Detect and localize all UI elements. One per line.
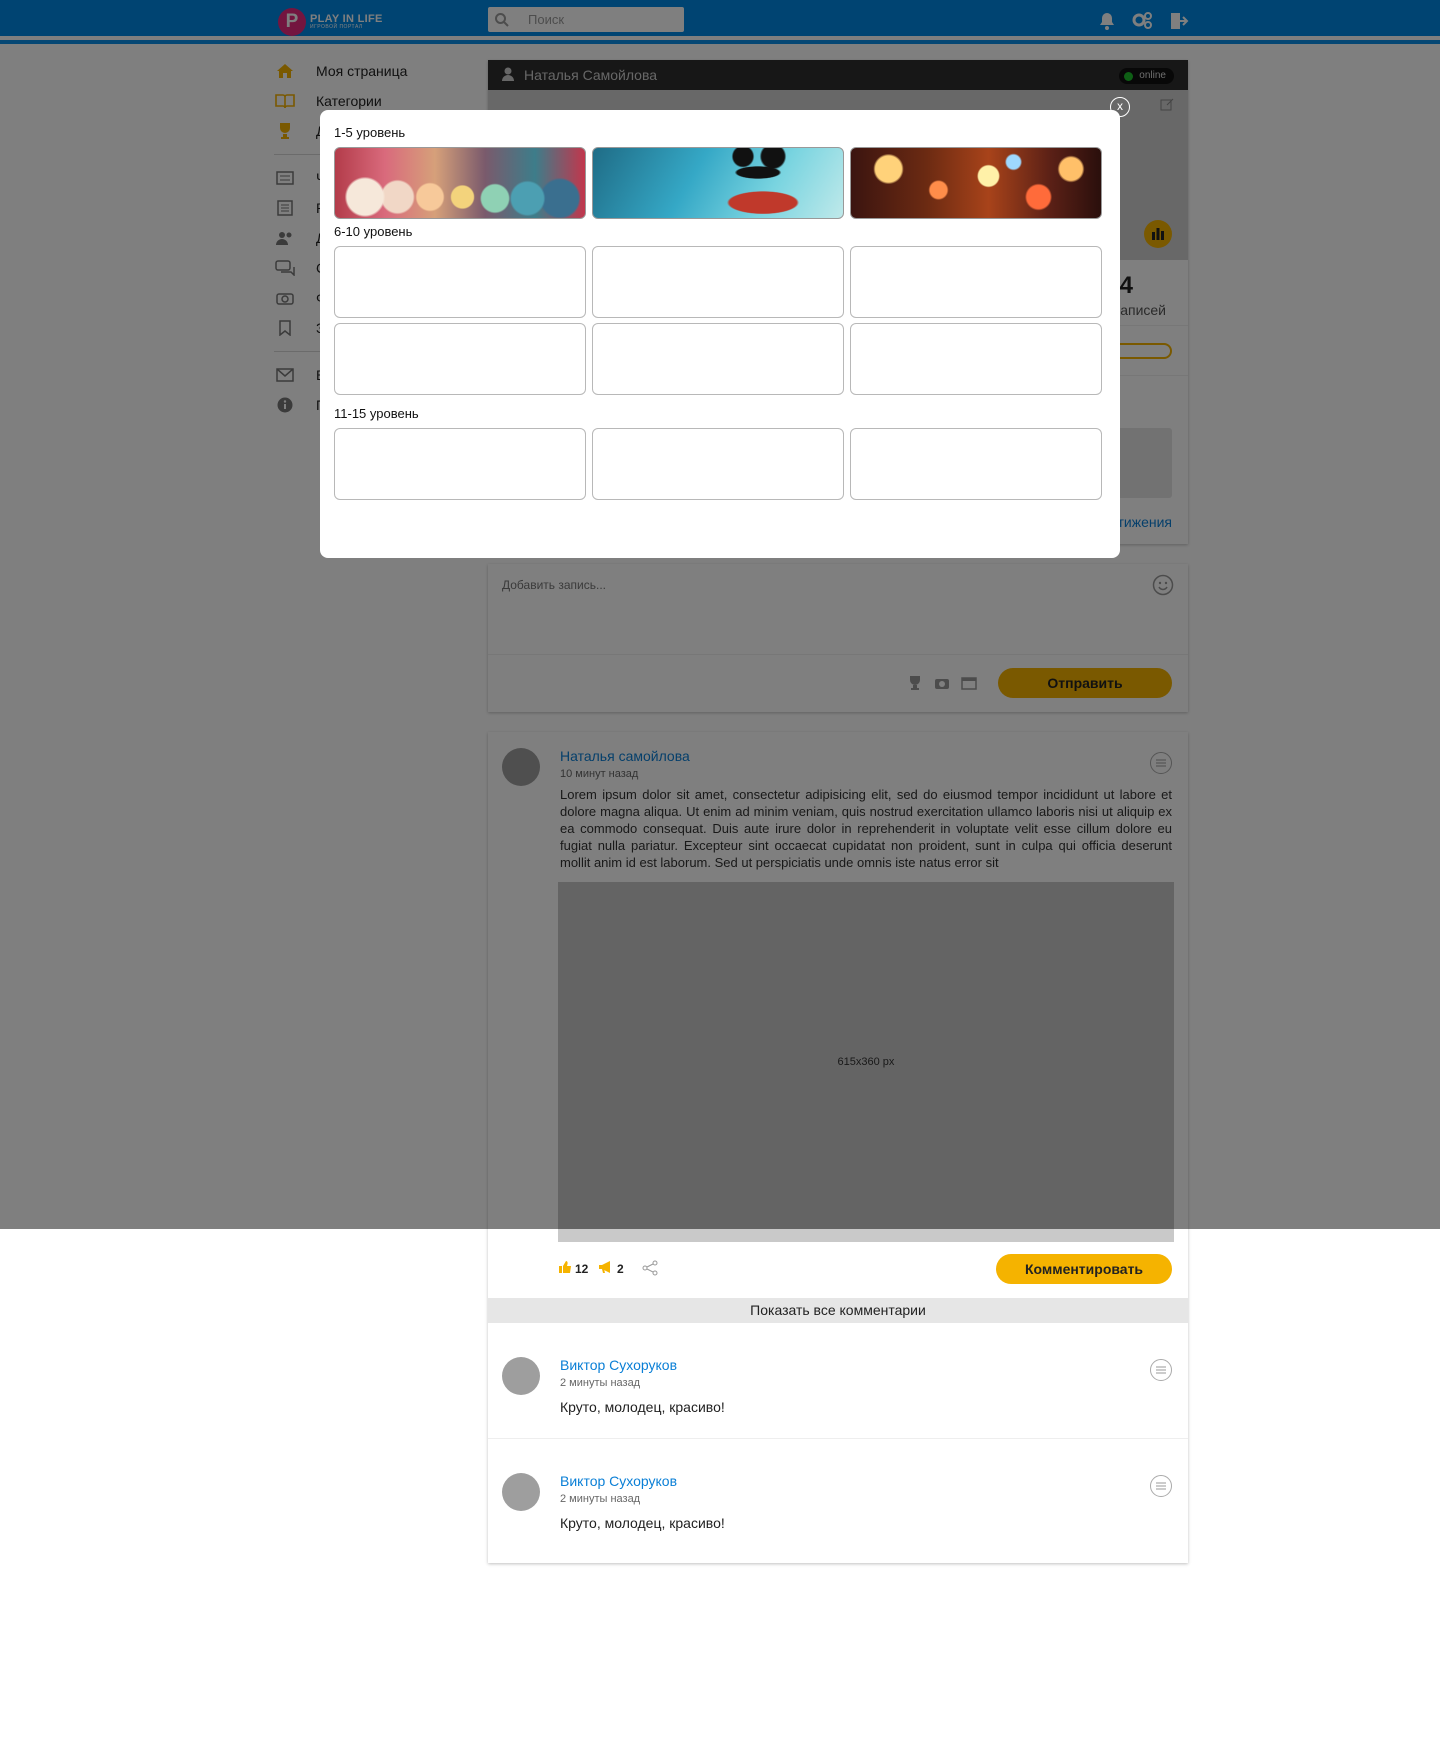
comment: Виктор Сухоруков 2 минуты назад Круто, м… — [488, 1439, 1188, 1555]
cover-slot-empty[interactable] — [592, 246, 844, 318]
cover-row — [334, 147, 1106, 219]
menu-icon[interactable] — [1150, 1359, 1172, 1381]
repost-button[interactable]: 2 — [598, 1260, 624, 1277]
cover-row — [334, 323, 1106, 395]
cover-row — [334, 428, 1106, 500]
cover-slot-empty[interactable] — [334, 428, 586, 500]
level-title: 1-5 уровень — [334, 125, 406, 140]
show-all-comments[interactable]: Показать все комментарии — [488, 1298, 1188, 1323]
cover-slot-empty[interactable] — [334, 323, 586, 395]
comment-time: 2 минуты назад — [560, 1493, 641, 1505]
cover-slot-empty[interactable] — [850, 246, 1102, 318]
avatar[interactable] — [502, 1357, 540, 1395]
post-actions: 12 2 Комментировать — [488, 1242, 1188, 1298]
cover-thumbnail[interactable] — [592, 147, 844, 219]
share-icon[interactable] — [642, 1260, 658, 1276]
cover-slot-empty[interactable] — [334, 246, 586, 318]
cover-slot-empty[interactable] — [850, 428, 1102, 500]
comment-time: 2 минуты назад — [560, 1377, 641, 1389]
cover-slot-empty[interactable] — [592, 428, 844, 500]
comment-author[interactable]: Виктор Сухоруков — [560, 1473, 677, 1489]
menu-icon[interactable] — [1150, 1475, 1172, 1497]
like-button[interactable]: 12 — [558, 1260, 588, 1277]
cover-thumbnail[interactable] — [334, 147, 586, 219]
comment-button[interactable]: Комментировать — [996, 1254, 1172, 1284]
avatar[interactable] — [502, 1473, 540, 1511]
cover-thumbnail[interactable] — [850, 147, 1102, 219]
megaphone-icon — [598, 1260, 614, 1277]
level-title: 6-10 уровень — [334, 224, 413, 239]
cover-slot-empty[interactable] — [850, 323, 1102, 395]
cover-picker-modal: x 1-5 уровень 6-10 уровень 11-15 уровень — [320, 97, 1130, 558]
cover-row — [334, 246, 1106, 318]
comment: Виктор Сухоруков 2 минуты назад Круто, м… — [488, 1323, 1188, 1439]
comment-text: Круто, молодец, красиво! — [560, 1399, 725, 1415]
thumbs-up-icon — [558, 1260, 572, 1277]
comment-text: Круто, молодец, красиво! — [560, 1515, 725, 1531]
level-title: 11-15 уровень — [334, 406, 419, 421]
cover-slot-empty[interactable] — [592, 323, 844, 395]
comment-author[interactable]: Виктор Сухоруков — [560, 1357, 677, 1373]
close-icon[interactable]: x — [1110, 97, 1130, 117]
